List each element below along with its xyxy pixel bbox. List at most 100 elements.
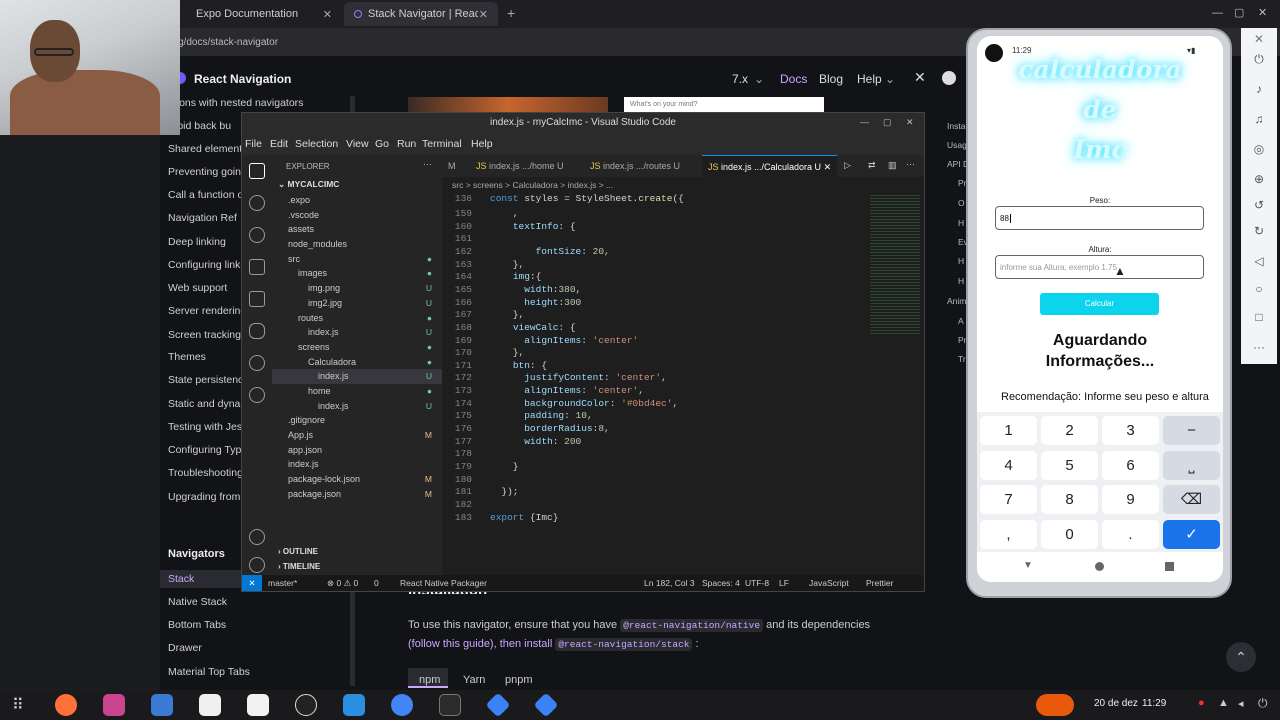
key-digit[interactable]: 6 [1102,450,1159,480]
vscode-icon[interactable] [343,694,365,716]
tree-item[interactable]: src ● [272,252,442,267]
volume-icon[interactable]: ◂ [1238,697,1244,710]
sidebar-item[interactable]: Configuring Typ [168,444,241,456]
sidebar-item[interactable]: Upgrading from [168,491,240,503]
nav-blog[interactable]: Blog [819,72,843,86]
version-dropdown[interactable]: 7.x [732,72,748,86]
code-editor[interactable]: 136 const styles = StyleSheet.create({159… [442,193,862,573]
rotate-left-icon[interactable]: ↺ [1252,198,1266,212]
code-line[interactable]: export {Imc} [490,512,558,523]
menu-help[interactable]: Help [471,138,493,150]
tree-item[interactable]: node_modules [272,237,442,252]
tree-item[interactable]: img.png U [272,281,442,296]
browser-tab-expo[interactable]: Expo Documentation ✕ [186,2,342,26]
key-digit[interactable]: , [980,519,1037,549]
sidebar-item[interactable]: ations with nested navigators [168,97,303,109]
toc-item[interactable]: Usag [947,140,967,150]
close-emulator-icon[interactable]: ✕ [1252,32,1266,46]
settings-gear-icon[interactable] [249,557,265,573]
sidebar-item[interactable]: Screen tracking [168,329,241,341]
toc-item[interactable]: H [958,256,964,266]
altura-input[interactable]: informe sua Altura, exemplo 1.75 [995,255,1204,279]
sidebar-item[interactable]: Call a function o [168,189,243,201]
toc-item[interactable]: H [958,218,964,228]
tree-item[interactable]: images ● [272,266,442,281]
code-line[interactable]: fontSize: 20, [490,246,610,257]
packager-status[interactable]: React Native Packager [400,578,487,588]
sidebar-item[interactable]: Testing with Jes [168,421,242,433]
code-line[interactable]: width: 200 [490,436,581,447]
software-store-icon[interactable] [247,694,269,716]
more-actions-icon[interactable]: ··· [423,159,432,169]
sidebar-item[interactable]: Configuring link [168,259,240,271]
project-root[interactable]: ⌄ MYCALCIMC [278,179,339,190]
sidebar-item[interactable]: Deep linking [168,236,226,248]
run-file-icon[interactable]: ▷ [844,160,851,171]
obs-icon[interactable] [295,694,317,716]
close-tab-icon[interactable]: ✕ [479,8,488,21]
network-icon[interactable]: ▲ [1218,697,1229,709]
github-icon[interactable] [942,71,956,85]
menu-file[interactable]: File [245,138,262,150]
sidebar-item[interactable]: Server rendering [168,305,246,317]
explorer-icon[interactable] [249,163,265,179]
docker-icon[interactable] [249,323,265,339]
key-digit[interactable]: . [1102,519,1159,549]
timeline-section[interactable]: › TIMELINE [278,562,320,571]
key-digit[interactable]: 1 [980,416,1037,445]
tree-item[interactable]: routes ● [272,311,442,326]
sidebar-item-drawer[interactable]: Drawer [168,642,202,654]
key-digit[interactable]: 2 [1041,416,1098,445]
git-branch[interactable]: master* [268,578,297,588]
sidebar-item[interactable]: Troubleshooting [168,467,243,479]
language-mode[interactable]: JavaScript [809,578,849,588]
cursor-position[interactable]: Ln 182, Col 3 [644,578,695,588]
screen-recording-indicator[interactable] [1036,694,1074,716]
home-icon[interactable]: ○ [1252,282,1266,296]
code-line[interactable]: height:300 [490,297,581,308]
code-line[interactable]: }, [490,347,524,358]
menu-selection[interactable]: Selection [295,138,338,150]
power-icon[interactable]: ⏻ [1258,696,1268,711]
toc-item[interactable]: Anim [947,296,966,306]
close-tab-icon[interactable]: ✕ [323,8,332,21]
terminal-icon[interactable] [439,694,461,716]
volume-up-icon[interactable]: ♪ [1252,82,1266,96]
key-backspace[interactable]: ⌫ [1163,485,1220,514]
code-line[interactable]: alignItems: 'center', [490,385,644,396]
sidebar-item-material-top-tabs[interactable]: Material Top Tabs [168,666,250,678]
sidebar-item-stack[interactable]: Stack [168,573,194,585]
browser-tab-stack-navigator[interactable]: Stack Navigator | React N ✕ [344,2,498,26]
account-icon[interactable] [249,529,265,545]
recents-icon[interactable] [1165,562,1174,571]
code-line[interactable]: borderRadius:8, [490,423,610,434]
problems-count[interactable]: ⊗ 0 ⚠ 0 [327,578,358,589]
maximize-window-icon[interactable]: ▢ [883,117,892,128]
tree-item[interactable]: app.json [272,443,442,458]
menu-edit[interactable]: Edit [270,138,288,150]
toc-item[interactable]: H [958,276,964,286]
toc-item[interactable]: O [958,198,965,208]
code-line[interactable]: } [490,461,519,472]
breadcrumb[interactable]: src > screens > Calculadora > index.js >… [452,180,613,190]
zoom-icon[interactable]: ⊕ [1252,172,1266,186]
tree-item[interactable]: index.js U [272,325,442,340]
close-tab-icon[interactable]: ✕ [824,162,832,172]
code-line[interactable]: width:380, [490,284,581,295]
code-line[interactable]: const styles = StyleSheet.create({ [490,193,684,204]
search-icon[interactable] [249,195,265,211]
tree-item[interactable]: App.js M [272,428,442,443]
back-icon[interactable]: ▼ [1023,560,1033,571]
sidebar-item[interactable]: Shared element [168,143,242,155]
minimap[interactable] [870,195,920,335]
menu-go[interactable]: Go [375,138,389,150]
remote-explorer-icon[interactable] [249,387,265,403]
sidebar-item[interactable]: Navigation Ref [168,212,237,224]
code-line[interactable]: img:{ [490,271,542,282]
more-icon[interactable]: ··· [1252,340,1266,354]
sidebar-item[interactable]: Preventing going [168,166,247,178]
sidebar-item-native-stack[interactable]: Native Stack [168,596,227,608]
encoding[interactable]: UTF-8 [745,578,769,588]
source-control-icon[interactable] [249,227,265,243]
toc-item[interactable]: A [958,316,964,326]
